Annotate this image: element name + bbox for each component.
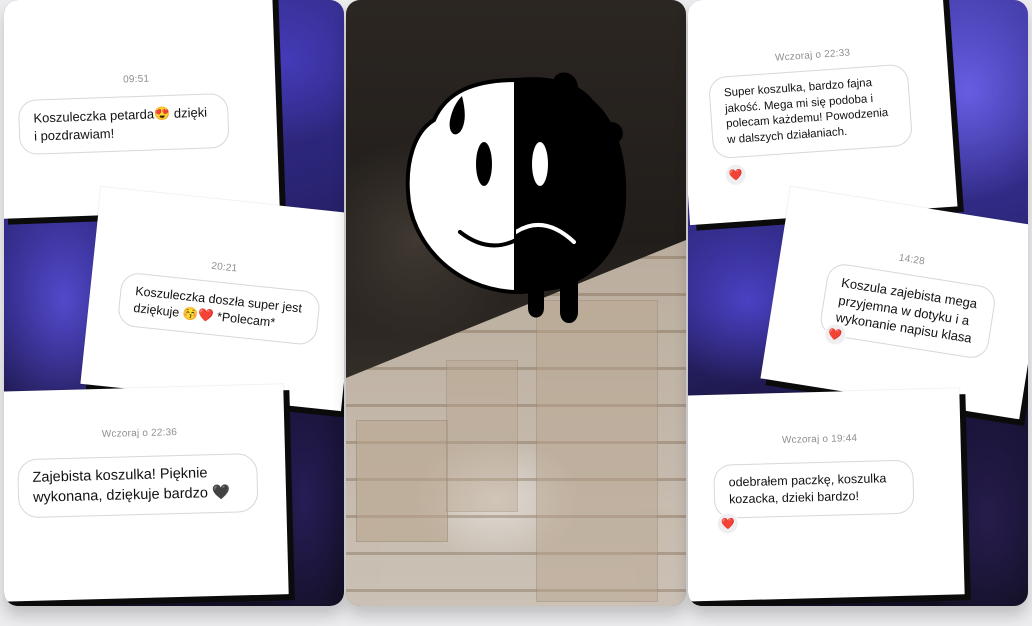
message-timestamp: Wczoraj o 19:44	[781, 433, 858, 447]
left-review-panel: 09:51 Koszuleczka petarda😍 dzięki i pozd…	[4, 0, 344, 606]
review-card: 14:28 Koszula zajebista mega przyjemna w…	[760, 186, 1028, 420]
message-timestamp: 09:51	[122, 73, 150, 86]
message-timestamp: Wczoraj o 22:33	[774, 47, 851, 64]
message-timestamp: Wczoraj o 22:36	[101, 427, 178, 441]
cardboard-box	[536, 300, 658, 602]
right-review-panel: Wczoraj o 22:33 Super koszulka, bardzo f…	[688, 0, 1028, 606]
cardboard-box	[446, 360, 518, 512]
brand-photo-panel	[346, 0, 686, 606]
review-card: 20:21 Koszuleczka doszła super jest dzię…	[80, 186, 344, 412]
heart-reaction-icon: ❤️	[716, 512, 739, 535]
review-card: Wczoraj o 22:36 Zajebista koszulka! Pięk…	[4, 384, 289, 602]
message-bubble: Super koszulka, bardzo fajna jakość. Meg…	[707, 63, 914, 160]
review-card: 09:51 Koszuleczka petarda😍 dzięki i pozd…	[4, 0, 280, 219]
message-bubble: Zajebista koszulka! Pięknie wykonana, dz…	[17, 452, 259, 519]
message-bubble: Koszula zajebista mega przyjemna w dotyk…	[818, 261, 998, 361]
message-bubble: odebrałem paczkę, koszulka kozacka, dzie…	[713, 459, 915, 519]
review-card: Wczoraj o 19:44 odebrałem paczkę, koszul…	[688, 388, 965, 602]
heart-reaction-icon: ❤️	[724, 163, 748, 187]
message-bubble: Koszuleczka petarda😍 dzięki i pozdrawiam…	[17, 92, 230, 156]
half-smile-half-sad-dripping-face-icon	[405, 72, 627, 323]
cardboard-box	[356, 420, 448, 542]
message-bubble: Koszuleczka doszła super jest dziękuje 😚…	[116, 271, 322, 346]
